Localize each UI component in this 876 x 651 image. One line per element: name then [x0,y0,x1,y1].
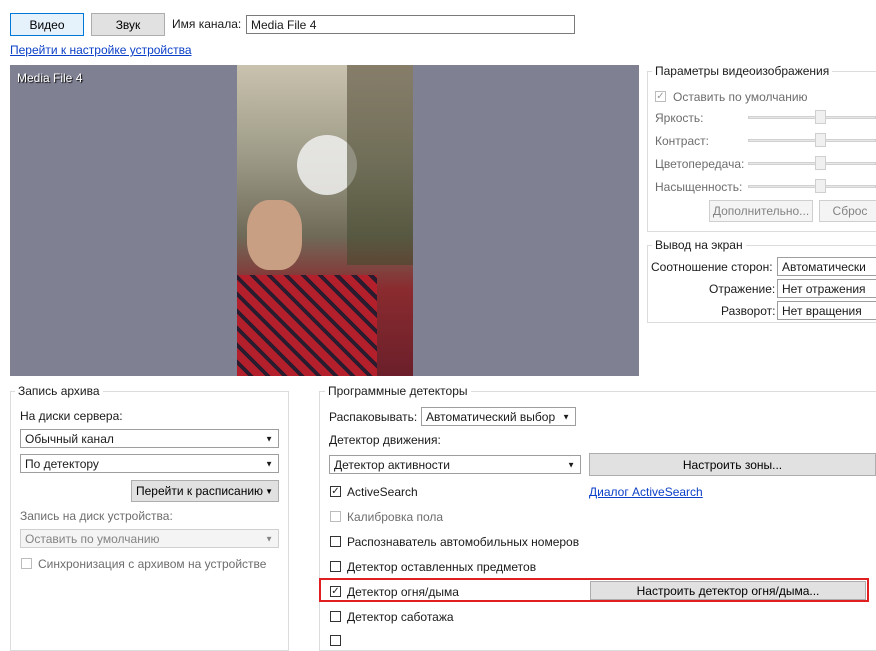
chevron-down-icon: ▼ [265,434,273,443]
video-tab[interactable]: Видео [10,13,84,36]
sabotage-checkbox[interactable] [330,611,341,622]
contrast-label: Контраст: [655,134,709,148]
person-shirt [237,275,377,376]
contrast-slider[interactable] [748,139,876,142]
chevron-down-icon: ▼ [265,534,273,543]
unpack-value: Автоматический выбор [426,409,556,424]
motion-value: Детектор активности [334,457,450,472]
fire-smoke-settings-button[interactable]: Настроить детектор огня/дыма... [590,581,866,600]
mode-value: По детектору [25,456,99,471]
plates-label: Распознаватель автомобильных номеров [347,535,580,549]
activesearch-label: ActiveSearch [347,485,418,499]
sabotage-label: Детектор саботажа [347,610,454,624]
schedule-button-label: Перейти к расписанию [136,484,264,498]
motion-label: Детектор движения: [329,433,441,447]
detectors-title: Программные детекторы [325,384,471,398]
server-disks-label: На диски сервера: [20,409,123,423]
motion-select[interactable]: Детектор активности ▼ [329,455,581,474]
more-button[interactable]: Дополнительно... [709,200,813,222]
floor-calibration-checkbox[interactable] [330,511,341,522]
mirror-value: Нет отражения [782,281,866,296]
video-overlay-title: Media File 4 [17,71,83,85]
fire-smoke-label: Детектор огня/дыма [347,585,459,599]
default-checkbox-label: Оставить по умолчанию [673,90,808,104]
sync-checkbox[interactable] [21,558,32,569]
left-objects-checkbox[interactable] [330,561,341,572]
sound-tab[interactable]: Звук [91,13,165,36]
channel-name-label: Имя канала: [172,17,242,31]
mirror-label: Отражение: [709,282,776,296]
video-frame [237,65,413,376]
plates-checkbox[interactable] [330,536,341,547]
fire-smoke-checkbox[interactable]: ✓ [330,586,341,597]
person-face [247,200,302,270]
contrast-slider-thumb[interactable] [815,133,826,147]
schedule-button[interactable]: Перейти к расписанию ▼ [131,480,279,502]
saturation-slider-thumb[interactable] [815,179,826,193]
unpack-label: Распаковывать: [329,410,418,424]
floor-calibration-label: Калибровка пола [347,510,444,524]
zones-button[interactable]: Настроить зоны... [589,453,876,476]
mode-select[interactable]: По детектору ▼ [20,454,279,473]
tree-shape [347,65,413,265]
mirror-select[interactable]: Нет отражения [777,279,876,298]
sync-checkbox-label: Синхронизация с архивом на устройстве [38,557,267,571]
image-params-title: Параметры видеоизображения [652,64,833,78]
color-slider-thumb[interactable] [815,156,826,170]
rotate-select[interactable]: Нет вращения [777,301,876,320]
chevron-down-icon: ▼ [562,412,570,421]
display-title: Вывод на экран [652,238,746,252]
activesearch-checkbox[interactable]: ✓ [330,486,341,497]
saturation-slider[interactable] [748,185,876,188]
channel-value: Обычный канал [25,431,114,446]
aspect-select[interactable]: Автоматически [777,257,876,276]
rotate-value: Нет вращения [782,303,862,318]
device-disk-label: Запись на диск устройства: [20,509,173,523]
device-disk-value: Оставить по умолчанию [25,531,160,546]
saturation-label: Насыщенность: [655,180,743,194]
chevron-down-icon: ▼ [567,460,575,469]
aspect-value: Автоматически [782,259,866,274]
aspect-label: Соотношение сторон: [651,260,773,274]
reset-button[interactable]: Сброс [819,200,876,222]
color-slider[interactable] [748,162,876,165]
rotate-label: Разворот: [721,304,776,318]
next-detector-checkbox[interactable] [330,635,341,646]
archive-title: Запись архива [15,384,103,398]
default-checkbox[interactable]: ✓ [655,91,666,102]
brightness-label: Яркость: [655,111,704,125]
color-label: Цветопередача: [655,157,745,171]
video-preview[interactable]: Media File 4 [10,65,639,376]
unpack-select[interactable]: Автоматический выбор ▼ [421,407,576,426]
brightness-slider-thumb[interactable] [815,110,826,124]
channel-name-input[interactable]: Media File 4 [246,15,575,34]
left-objects-label: Детектор оставленных предметов [347,560,537,574]
device-disk-select[interactable]: Оставить по умолчанию ▼ [20,529,279,548]
chevron-down-icon: ▼ [265,459,273,468]
chevron-down-icon: ▼ [265,486,273,496]
device-settings-link[interactable]: Перейти к настройке устройства [10,43,192,57]
activesearch-link[interactable]: Диалог ActiveSearch [589,485,703,499]
channel-select[interactable]: Обычный канал ▼ [20,429,279,448]
brightness-slider[interactable] [748,116,876,119]
